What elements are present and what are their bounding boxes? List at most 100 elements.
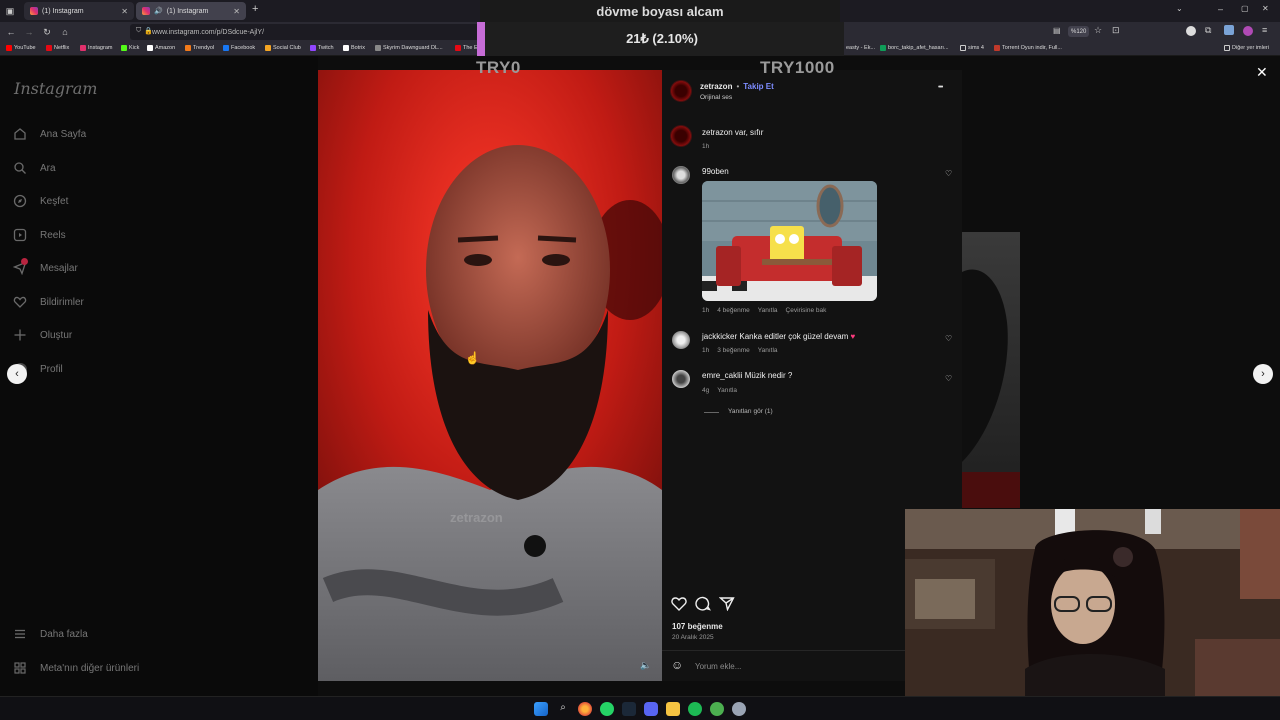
sidebar-item-home[interactable]: Ana Sayfa [12,124,86,144]
whatsapp-icon[interactable] [600,702,614,716]
discord-icon[interactable] [644,702,658,716]
skyrim-icon [375,45,381,51]
bookmark-youtube[interactable]: YouTube [6,45,36,51]
next-post-preview[interactable] [962,232,1020,508]
commenter-avatar[interactable] [672,370,690,388]
close-window-button[interactable]: ✕ [1262,4,1269,13]
comment-username[interactable]: 99oben [702,167,729,176]
sidebar-item-meta-products[interactable]: Meta'nın diğer ürünleri [12,658,139,678]
url-bar[interactable]: ⛉ 🔒 www.instagram.com/p/DSdcue-AjlY/ [130,24,480,40]
follow-button[interactable]: Takip Et [743,82,774,91]
bookmark-twitch[interactable]: Twitch [310,45,334,51]
reader-icon[interactable]: ▤ [1053,26,1061,35]
comment-likes[interactable]: 4 beğenme [717,307,750,314]
account-icon[interactable] [1186,26,1196,36]
reply-button[interactable]: Yanıtla [717,387,737,394]
like-comment-icon[interactable]: ♡ [945,169,952,178]
back-icon[interactable]: ← [4,25,18,39]
caption-username[interactable]: zetrazon [702,128,733,137]
share-icon[interactable] [718,596,735,616]
commenter-avatar[interactable] [672,331,690,349]
likes-count[interactable]: 107 beğenme [672,622,723,631]
caption-avatar[interactable] [670,125,692,147]
emoji-icon[interactable]: ☺ [671,658,683,672]
search-icon[interactable]: ⌕ [556,702,570,716]
comment-username[interactable]: jackkicker [702,332,737,341]
comment-icon[interactable] [695,596,712,616]
sidebar-item-explore[interactable]: Keşfet [12,191,68,211]
like-post-icon[interactable] [671,596,687,616]
bookmark-social-club[interactable]: Social Club [265,45,301,51]
bookmark-netflix[interactable]: Netflix [46,45,69,51]
bookmark-borc-takip[interactable]: borc_takip_afet_hasarı... [880,45,949,51]
new-tab-button[interactable]: + [252,3,258,15]
other-bookmarks[interactable]: Diğer yer imleri [1224,45,1269,51]
tab-dropdown-icon[interactable]: ⌄ [1176,4,1183,13]
sidebar-item-create[interactable]: Oluştur [12,325,72,345]
spotify-icon[interactable] [688,702,702,716]
minimize-button[interactable]: – [1218,4,1223,14]
bookmark-trendyol[interactable]: Trendyol [185,45,214,51]
speaker-icon[interactable]: 🔊 [154,7,163,15]
sidebar-item-notifications[interactable]: Bildirimler [12,292,84,312]
bookmark-the-e[interactable]: The E [455,45,478,51]
close-modal-icon[interactable]: ✕ [1256,64,1268,81]
bookmark-skyrim[interactable]: Skyrim Dawnguard DL... [375,45,443,51]
bookmark-facebook[interactable]: Facebook [223,45,255,51]
commenter-avatar[interactable] [672,166,690,184]
comment-username[interactable]: emre_caklii [702,371,742,380]
author-username[interactable]: zetrazon [700,82,732,91]
author-avatar[interactable] [670,80,692,102]
screenshot-icon[interactable]: ⊡ [1112,25,1120,36]
sidebar-item-search[interactable]: Ara [12,158,56,178]
home-icon[interactable]: ⌂ [58,25,72,39]
bookmark-easty[interactable]: easty - Ek... [846,45,875,51]
zoom-badge[interactable]: %120 [1068,26,1090,37]
comment-input[interactable]: Yorum ekle... [695,662,741,671]
amazon-icon [147,45,153,51]
like-comment-icon[interactable]: ♡ [945,374,952,383]
bookmark-star-icon[interactable]: ☆ [1094,25,1102,36]
profile-icon[interactable] [1243,26,1253,36]
tab-list-icon[interactable]: ▣ [3,4,17,18]
mute-toggle-icon[interactable]: 🔈 [640,660,651,671]
steam-icon[interactable] [622,702,636,716]
previous-post-button[interactable]: ‹ [7,364,27,384]
bookmark-sims4[interactable]: sims 4 [960,45,984,51]
browser-tab[interactable]: (1) Instagram ✕ [24,2,134,20]
sidebar-item-more[interactable]: Daha fazla [12,624,88,644]
close-tab-icon[interactable]: ✕ [121,7,128,16]
start-icon[interactable] [534,702,548,716]
like-comment-icon[interactable]: ♡ [945,334,952,343]
reel-video[interactable]: zetrazon 🔈 [318,70,662,681]
reply-button[interactable]: Yanıtla [758,307,778,314]
next-post-button[interactable]: › [1253,364,1273,384]
settings-icon[interactable] [732,702,746,716]
bookmark-amazon[interactable]: Amazon [147,45,175,51]
bookmark-instagram[interactable]: Instagram [80,45,112,51]
browser-tab-active[interactable]: 🔊 (1) Instagram ✕ [136,2,246,20]
bookmark-botrix[interactable]: Botrix [343,45,365,51]
sidebar-item-reels[interactable]: Reels [12,225,66,245]
firefox-icon[interactable] [578,702,592,716]
instagram-logo[interactable]: Instagram [14,79,97,98]
extension-icon[interactable] [1224,25,1234,35]
comment-gif[interactable] [702,181,877,301]
menu-icon[interactable]: ≡ [1262,25,1267,35]
maximize-button[interactable]: ▢ [1241,4,1249,13]
comment-likes[interactable]: 3 beğenme [717,347,750,354]
view-replies-button[interactable]: Yanıtları gör (1) [728,408,773,415]
reply-button[interactable]: Yanıtla [758,347,778,354]
bookmark-torrent[interactable]: Torrent Oyun indir, Full... [994,45,1062,51]
bookmark-kick[interactable]: Kick [121,45,139,51]
app-icon[interactable] [710,702,724,716]
more-options-icon[interactable]: ••• [938,84,943,91]
sidebar-item-messages[interactable]: Mesajlar [12,258,78,278]
forward-icon[interactable]: → [22,25,36,39]
translate-button[interactable]: Çevirisine bak [786,307,827,314]
reload-icon[interactable]: ↻ [40,25,54,39]
audio-label[interactable]: Orijinal ses [700,94,732,101]
extensions-icon[interactable]: ⧉ [1205,25,1211,36]
file-explorer-icon[interactable] [666,702,680,716]
close-tab-icon[interactable]: ✕ [233,7,240,16]
